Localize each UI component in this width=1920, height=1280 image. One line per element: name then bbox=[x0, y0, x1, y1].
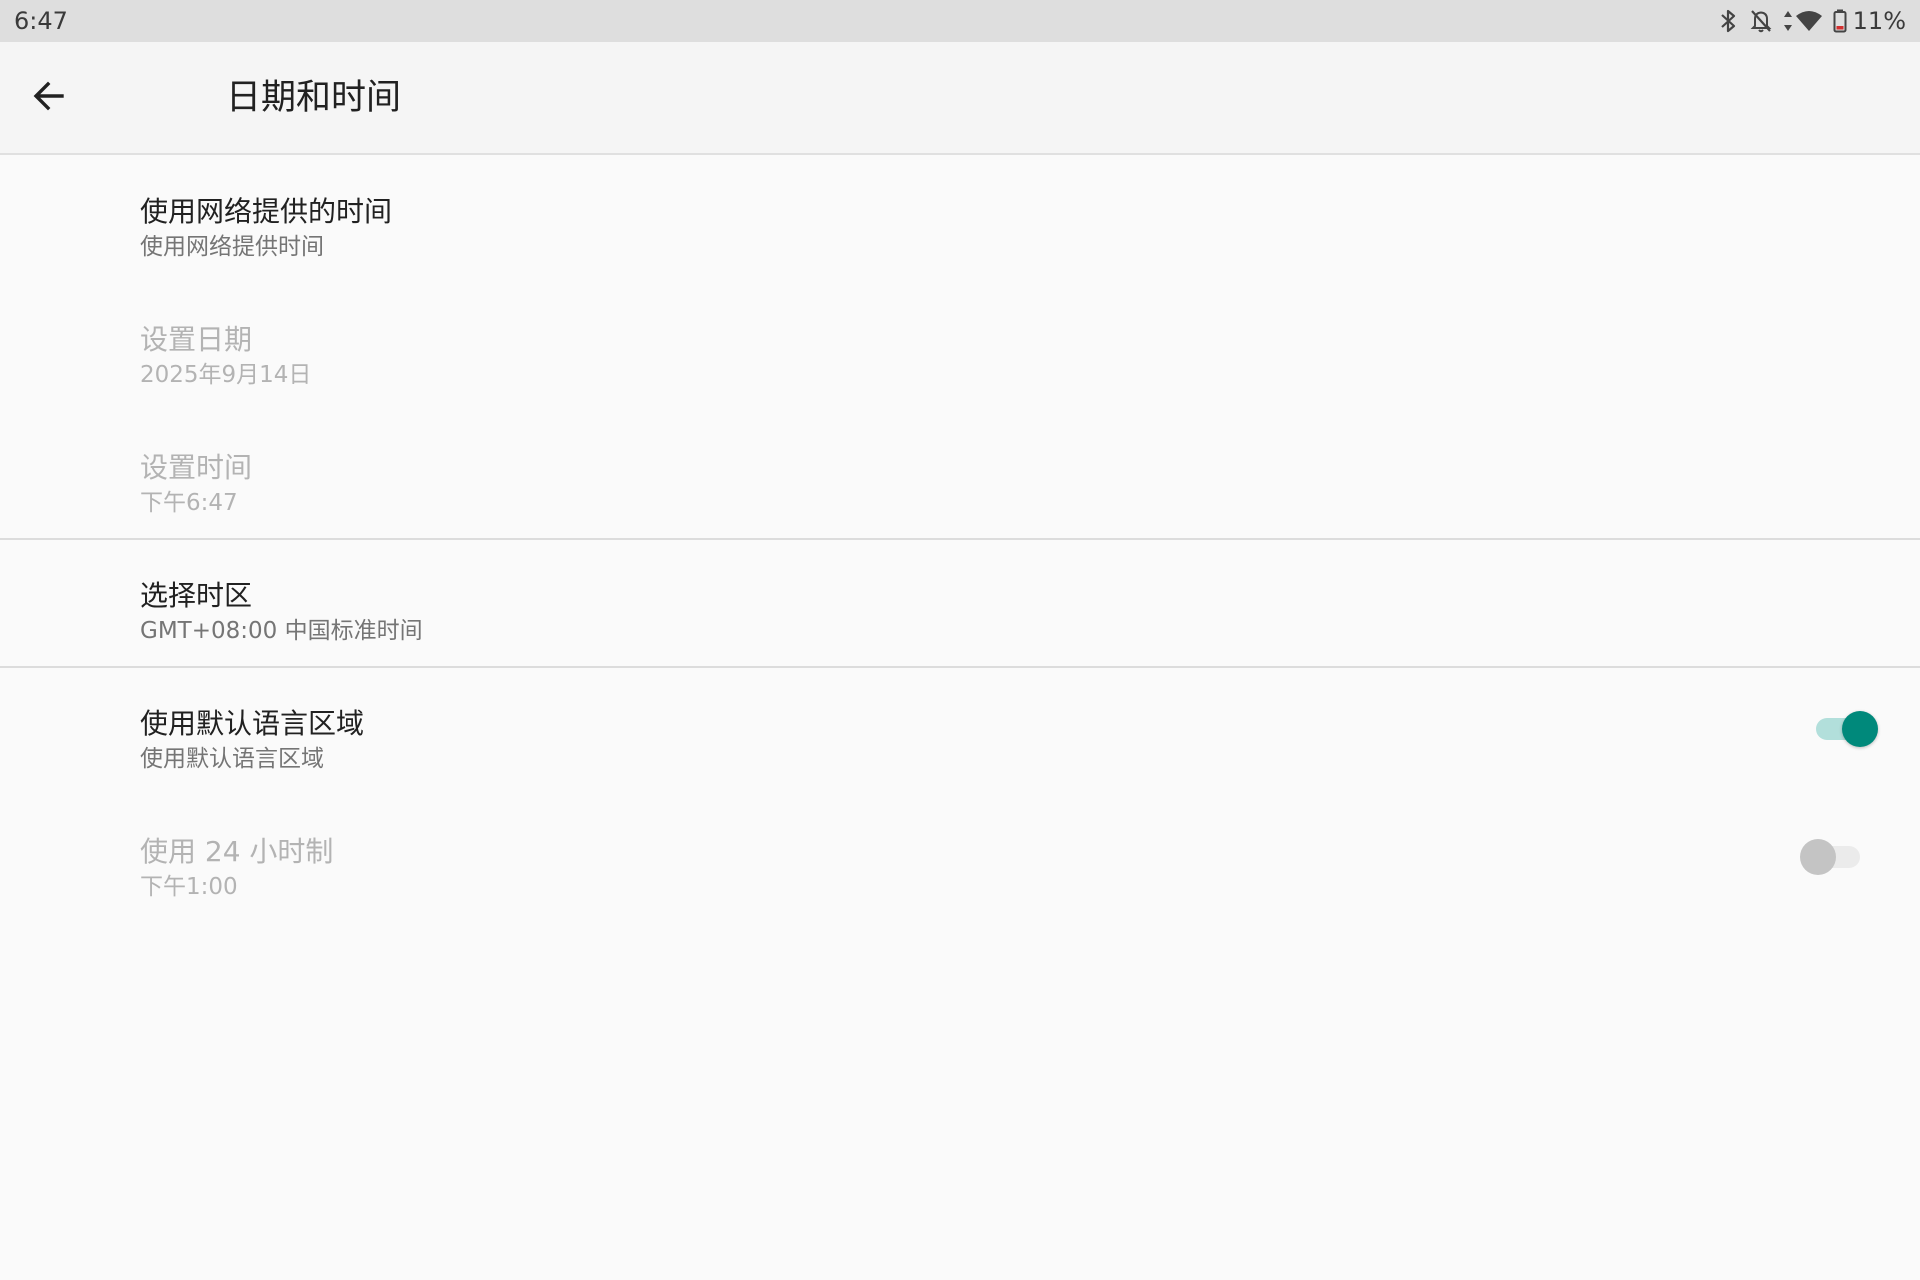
switch-thumb bbox=[1842, 711, 1878, 747]
pref-summary: 2025年9月14日 bbox=[140, 362, 312, 388]
divider bbox=[0, 538, 1920, 540]
pref-summary: 使用默认语言区域 bbox=[140, 746, 324, 772]
pref-title: 设置时间 bbox=[140, 451, 253, 484]
switch-thumb bbox=[1800, 839, 1836, 875]
battery-percent: 11% bbox=[1852, 7, 1906, 35]
pref-summary: 使用网络提供时间 bbox=[140, 234, 324, 260]
arrow-back-icon bbox=[32, 79, 66, 117]
pref-summary: 下午1:00 bbox=[140, 874, 238, 900]
default-locale-switch[interactable] bbox=[1812, 708, 1878, 748]
battery-icon bbox=[1833, 9, 1847, 33]
toolbar: 日期和时间 bbox=[0, 42, 1920, 155]
data-arrows-icon bbox=[1783, 9, 1793, 33]
pref-summary: GMT+08:00 中国标准时间 bbox=[140, 618, 423, 644]
pref-title: 使用 24 小时制 bbox=[140, 835, 334, 868]
24-hour-switch bbox=[1800, 836, 1864, 876]
pref-select-timezone[interactable]: 选择时区 GMT+08:00 中国标准时间 bbox=[0, 554, 1920, 682]
pref-set-date: 设置日期 2025年9月14日 bbox=[0, 298, 1920, 426]
status-time: 6:47 bbox=[14, 7, 68, 35]
pref-set-time: 设置时间 下午6:47 bbox=[0, 426, 1920, 554]
divider bbox=[0, 666, 1920, 668]
pref-title: 选择时区 bbox=[140, 579, 253, 612]
pref-title: 使用网络提供的时间 bbox=[140, 195, 393, 228]
wifi-icon bbox=[1795, 9, 1823, 33]
pref-use-default-locale[interactable]: 使用默认语言区域 使用默认语言区域 bbox=[0, 682, 1920, 810]
pref-title: 设置日期 bbox=[140, 323, 253, 356]
pref-use-24-hour: 使用 24 小时制 下午1:00 bbox=[0, 810, 1920, 938]
pref-summary: 下午6:47 bbox=[140, 490, 238, 516]
pref-use-network-time[interactable]: 使用网络提供的时间 使用网络提供时间 bbox=[0, 170, 1920, 298]
back-button[interactable] bbox=[20, 69, 78, 127]
status-icons: 11% bbox=[1709, 6, 1906, 36]
bluetooth-icon bbox=[1719, 8, 1739, 34]
pref-title: 使用默认语言区域 bbox=[140, 707, 365, 740]
status-bar: 6:47 11% bbox=[0, 0, 1920, 42]
page-title: 日期和时间 bbox=[226, 78, 402, 118]
notifications-off-icon bbox=[1749, 8, 1773, 34]
